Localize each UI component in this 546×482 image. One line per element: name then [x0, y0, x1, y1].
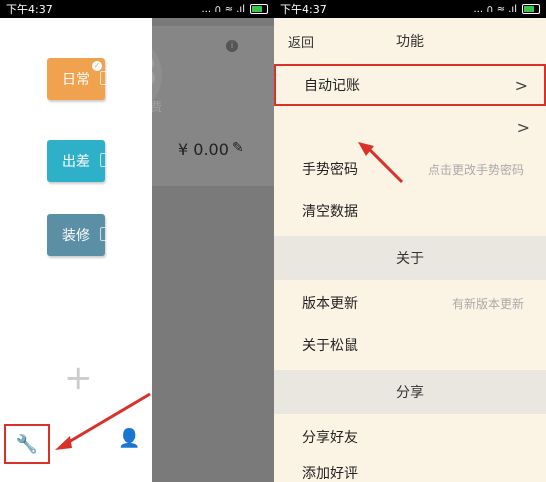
overview-card: 8 花费 i ¥ 0.00 ✎ — [80, 26, 274, 186]
clear-data-row[interactable]: 清空数据 — [274, 190, 546, 232]
settings-row[interactable]: > — [274, 106, 546, 148]
add-review-row[interactable]: 添加好评 — [274, 452, 546, 482]
chevron-right-icon: > — [514, 75, 528, 95]
status-icons: ... ∩ ≈ .ıl — [473, 4, 540, 15]
highlight-arrow-left — [55, 392, 151, 450]
row-label: 添加好评 — [302, 466, 358, 482]
auto-accounting-row[interactable]: 自动记账 > — [274, 64, 546, 106]
left-screen: 下午4:37 ... ∩ ≈ .ıl 8 花费 i ¥ 0.00 ✎ 日常 ✓ … — [0, 0, 274, 482]
edit-icon: ✎ — [232, 140, 244, 156]
version-update-row[interactable]: 版本更新 有新版本更新 — [274, 282, 546, 324]
row-label: 关于松鼠 — [302, 338, 358, 354]
row-label: 版本更新 — [302, 296, 358, 312]
page-title: 功能 — [396, 34, 424, 50]
row-label: 手势密码 — [302, 162, 358, 178]
section-about: 关于 — [274, 236, 546, 280]
right-screen: 下午4:37 ... ∩ ≈ .ıl 返回 功能 自动记账 > > 手势密码 点… — [274, 0, 546, 482]
status-bar: 下午4:37 ... ∩ ≈ .ıl — [274, 0, 546, 18]
top-nav: 返回 功能 — [274, 18, 546, 64]
battery-icon — [522, 4, 540, 14]
row-label: 自动记账 — [304, 78, 360, 94]
row-label: 分享好友 — [302, 430, 358, 446]
status-time: 下午4:37 — [280, 3, 327, 16]
about-row[interactable]: 关于松鼠 — [274, 324, 546, 366]
balance-amount: ¥ 0.00 — [178, 140, 229, 159]
row-label: 清空数据 — [302, 204, 358, 220]
section-share: 分享 — [274, 370, 546, 414]
row-hint: 点击更改手势密码 — [427, 162, 524, 177]
chevron-right-icon: > — [516, 117, 530, 137]
battery-icon — [250, 4, 268, 14]
status-icons: ... ∩ ≈ .ıl — [201, 4, 268, 15]
dimmed-main-view[interactable]: 8 花费 i ¥ 0.00 ✎ — [80, 18, 274, 482]
gesture-password-row[interactable]: 手势密码 点击更改手势密码 — [274, 148, 546, 190]
info-icon: i — [226, 40, 238, 52]
row-hint: 有新版本更新 — [451, 296, 524, 311]
